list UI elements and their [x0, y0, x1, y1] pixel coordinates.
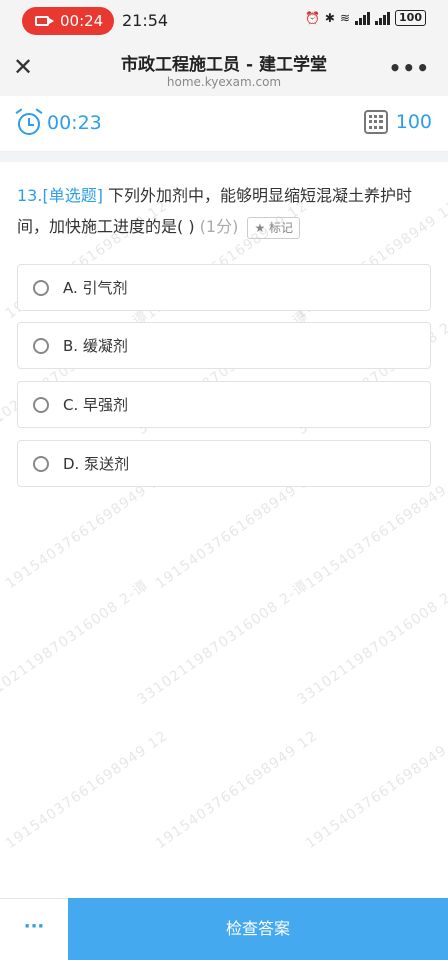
- question-number: 13.: [17, 186, 43, 205]
- exam-toolbar: 00:23 100: [0, 96, 448, 152]
- system-icons: ⏰ ✱ ≋ 100: [305, 10, 426, 26]
- check-answer-button[interactable]: 检查答案: [68, 898, 448, 960]
- star-icon: ★: [254, 220, 266, 235]
- option-c[interactable]: C. 早强剂: [17, 381, 431, 428]
- bottom-bar: ··· 检查答案: [0, 898, 448, 960]
- alarm-status-icon: ⏰: [304, 11, 320, 25]
- page-url: home.kyexam.com: [166, 75, 282, 89]
- timer-value: 00:23: [47, 112, 102, 134]
- screen-record-indicator[interactable]: 00:24: [22, 7, 114, 35]
- question-type: [单选题]: [42, 186, 103, 205]
- watermark: 19154037661698949 12: [302, 727, 448, 853]
- wifi-icon: ≋: [339, 11, 351, 25]
- video-camera-icon: [35, 16, 54, 26]
- option-b[interactable]: B. 缓凝剂: [17, 322, 431, 369]
- radio-icon[interactable]: [33, 396, 49, 413]
- exam-timer: 00:23: [15, 108, 102, 136]
- signal-icon: [355, 11, 371, 25]
- bluetooth-icon: ✱: [324, 11, 335, 25]
- option-a[interactable]: A. 引气剂: [17, 264, 431, 311]
- option-label: C. 早强剂: [63, 396, 129, 414]
- radio-icon[interactable]: [33, 279, 49, 296]
- page-title: 市政工程施工员 - 建工学堂: [121, 55, 327, 75]
- radio-icon[interactable]: [33, 455, 49, 472]
- question-count: 100: [395, 111, 432, 133]
- alarm-clock-icon: [15, 108, 43, 136]
- more-button[interactable]: ···: [0, 898, 68, 960]
- watermark: 33102119870316008 2-谭: [134, 577, 312, 709]
- option-label: D. 泵送剂: [63, 455, 130, 473]
- signal-icon-2: [375, 11, 391, 25]
- option-d[interactable]: D. 泵送剂: [17, 440, 431, 487]
- status-clock: 21:54: [122, 11, 169, 30]
- record-time: 00:24: [60, 12, 104, 30]
- mark-button[interactable]: ★ 标记: [247, 216, 301, 239]
- answer-sheet-icon: [363, 110, 388, 134]
- battery-icon: 100: [395, 10, 426, 26]
- radio-icon[interactable]: [33, 337, 49, 354]
- more-menu-icon[interactable]: •••: [389, 56, 430, 80]
- question-text: 13.[单选题] 下列外加剂中，能够明显缩短混凝土养护时间，加快施工进度的是( …: [17, 180, 433, 242]
- mark-label: 标记: [269, 220, 294, 235]
- option-label: A. 引气剂: [63, 279, 128, 297]
- question-score: (1分): [199, 217, 239, 236]
- status-bar: 00:24 21:54 ⏰ ✱ ≋ 100: [0, 0, 448, 42]
- divider: [0, 152, 448, 162]
- watermark: 33102119870316008 2-谭: [0, 577, 152, 709]
- option-label: B. 缓凝剂: [63, 337, 128, 355]
- nav-bar: ✕ 市政工程施工员 - 建工学堂 home.kyexam.com •••: [0, 42, 448, 96]
- question-count-button[interactable]: 100: [363, 110, 432, 134]
- watermark: 19154037661698949 12: [2, 727, 171, 853]
- watermark: 19154037661698949 12: [152, 727, 321, 853]
- watermark: 33102119870316008 2-谭: [294, 577, 448, 709]
